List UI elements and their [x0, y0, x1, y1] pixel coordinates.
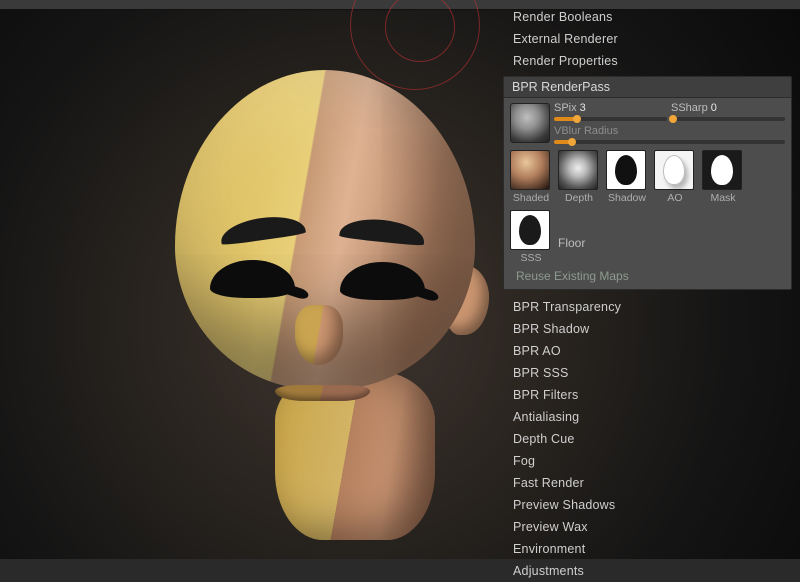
menu-environment[interactable]: Environment: [495, 538, 800, 560]
menu-bpr-filters[interactable]: BPR Filters: [495, 384, 800, 406]
renderpass-thumb-floor[interactable]: Floor: [558, 224, 585, 250]
vblur-label: VBlur Radius: [554, 125, 618, 137]
spix-value: 3: [580, 102, 586, 114]
thumb-label: SSS: [510, 252, 552, 264]
menu-bpr-transparency[interactable]: BPR Transparency: [495, 296, 800, 318]
renderpass-thumb-sss[interactable]: SSS: [510, 210, 552, 264]
bpr-renderpass-header[interactable]: BPR RenderPass: [504, 77, 791, 98]
menu-fog[interactable]: Fog: [495, 450, 800, 472]
renderpass-thumb-ao[interactable]: AO: [654, 150, 696, 204]
spix-label: SPix: [554, 102, 577, 114]
vblur-slider[interactable]: [554, 140, 785, 144]
menu-adjustments[interactable]: Adjustments: [495, 560, 800, 582]
menu-render-booleans[interactable]: Render Booleans: [495, 6, 800, 28]
menu-render-properties[interactable]: Render Properties: [495, 50, 800, 72]
render-palette: Render BooleansExternal RendererRender P…: [495, 6, 800, 582]
menu-preview-shadows[interactable]: Preview Shadows: [495, 494, 800, 516]
ssharp-value: 0: [711, 102, 717, 114]
thumb-label: AO: [654, 192, 696, 204]
thumb-label: Shadow: [606, 192, 648, 204]
menu-bpr-ao[interactable]: BPR AO: [495, 340, 800, 362]
menu-bpr-sss[interactable]: BPR SSS: [495, 362, 800, 384]
renderpass-thumb-depth[interactable]: Depth: [558, 150, 600, 204]
thumb-label: Mask: [702, 192, 744, 204]
spix-slider[interactable]: [554, 117, 667, 121]
menu-preview-wax[interactable]: Preview Wax: [495, 516, 800, 538]
bpr-button[interactable]: [510, 103, 550, 143]
model-head: [145, 70, 495, 490]
thumb-label: Floor: [558, 236, 585, 250]
menu-fast-render[interactable]: Fast Render: [495, 472, 800, 494]
menu-external-renderer[interactable]: External Renderer: [495, 28, 800, 50]
renderpass-thumb-mask[interactable]: Mask: [702, 150, 744, 204]
menu-antialiasing[interactable]: Antialiasing: [495, 406, 800, 428]
thumb-label: Depth: [558, 192, 600, 204]
reuse-existing-maps[interactable]: Reuse Existing Maps: [510, 264, 785, 285]
menu-bpr-shadow[interactable]: BPR Shadow: [495, 318, 800, 340]
ssharp-slider[interactable]: [673, 117, 786, 121]
ssharp-label: SSharp: [671, 102, 708, 114]
bpr-renderpass-panel: BPR RenderPass SPix 3 SSharp 0: [503, 76, 792, 290]
renderpass-thumb-shadow[interactable]: Shadow: [606, 150, 648, 204]
menu-depth-cue[interactable]: Depth Cue: [495, 428, 800, 450]
thumb-label: Shaded: [510, 192, 552, 204]
renderpass-thumb-shaded[interactable]: Shaded: [510, 150, 552, 204]
